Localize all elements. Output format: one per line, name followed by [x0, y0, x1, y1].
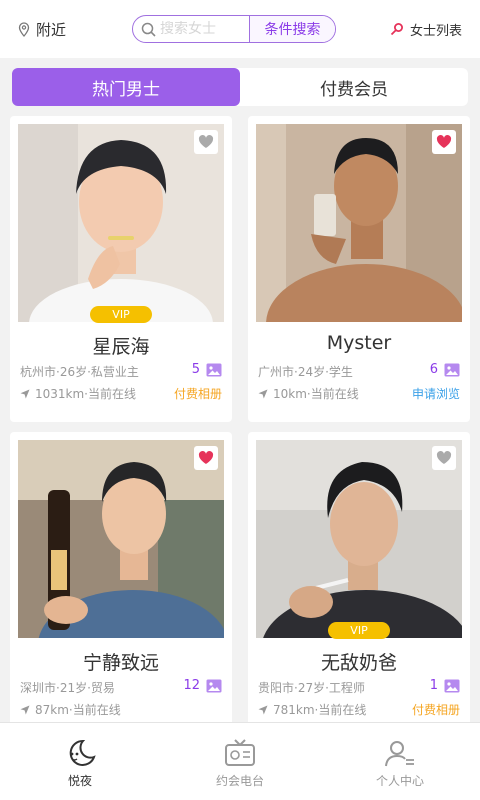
heart-icon	[198, 451, 214, 464]
nav-personal-center[interactable]: 个人中心	[320, 723, 480, 800]
profile-meta: 广州市·24岁·学生	[258, 365, 353, 379]
favorite-button[interactable]	[432, 130, 456, 154]
bottom-navigation: 悦夜 约会电台 个人中心	[0, 722, 480, 800]
nav-label: 个人中心	[375, 774, 424, 788]
heart-icon	[198, 135, 214, 148]
person-icon	[385, 741, 414, 767]
ladies-list-label: 女士列表	[409, 23, 462, 39]
location-pin-icon	[18, 21, 30, 37]
distance-text: 10km·当前在线	[273, 387, 359, 401]
profile-photo[interactable]	[256, 440, 462, 638]
profile-name: 宁静致远	[82, 652, 159, 674]
profile-photo[interactable]	[18, 440, 224, 638]
nav-yueye[interactable]: 悦夜	[0, 723, 160, 800]
profile-card[interactable]: VIP 无敌奶爸 贵阳市·27岁·工程师 1 781km·当前在线 付费相册	[248, 432, 470, 732]
distance-status: 10km·当前在线	[258, 385, 359, 402]
profile-card[interactable]: Myster 广州市·24岁·学生 6 10km·当前在线 申请浏览	[248, 116, 470, 422]
moon-icon	[69, 739, 96, 766]
paid-album-link[interactable]: 付费相册	[412, 701, 460, 718]
navigation-arrow-icon	[258, 389, 268, 398]
distance-text: 1031km·当前在线	[35, 387, 136, 401]
photo-count-value: 5	[191, 362, 200, 377]
nav-label: 悦夜	[67, 774, 92, 788]
profile-name: 星辰海	[92, 336, 150, 358]
favorite-button[interactable]	[432, 446, 456, 470]
paid-album-link[interactable]: 付费相册	[174, 385, 222, 402]
gallery-icon	[444, 679, 460, 692]
favorite-button[interactable]	[194, 130, 218, 154]
profile-photo[interactable]	[18, 124, 224, 322]
distance-status: 781km·当前在线	[258, 701, 366, 718]
navigation-arrow-icon	[20, 389, 30, 398]
radio-icon	[225, 739, 255, 766]
distance-text: 781km·当前在线	[273, 703, 367, 717]
search-box: 条件搜索	[132, 15, 336, 43]
photo-count-value: 12	[183, 678, 200, 693]
ladies-list-link[interactable]: 女士列表	[390, 18, 462, 40]
navigation-arrow-icon	[20, 705, 30, 714]
location-filter[interactable]: 附近	[18, 18, 66, 40]
photo-count: 12	[183, 678, 222, 693]
vip-badge: VIP	[328, 622, 390, 639]
vip-badge: VIP	[90, 306, 152, 323]
heart-icon	[436, 451, 452, 464]
gallery-icon	[206, 363, 222, 376]
favorite-button[interactable]	[194, 446, 218, 470]
search-input[interactable]	[160, 21, 248, 37]
gallery-icon	[444, 363, 460, 376]
location-label: 附近	[36, 20, 67, 39]
profile-meta: 杭州市·26岁·私营业主	[20, 365, 139, 379]
request-view-link[interactable]: 申请浏览	[412, 385, 460, 402]
tab-hot-men[interactable]: 热门男士	[12, 68, 240, 106]
profile-meta: 贵阳市·27岁·工程师	[258, 681, 365, 695]
top-bar: 附近 条件搜索 女士列表	[0, 0, 480, 58]
search-icon	[141, 22, 156, 37]
profile-name: Myster	[326, 332, 392, 354]
photo-count-value: 1	[429, 678, 438, 693]
filter-search-button[interactable]: 条件搜索	[249, 16, 335, 42]
gallery-icon	[206, 679, 222, 692]
profile-name: 无敌奶爸	[320, 652, 397, 674]
photo-count: 6	[430, 362, 460, 377]
photo-count: 1	[430, 678, 460, 693]
nav-label: 约会电台	[215, 774, 264, 788]
distance-text: 87km·当前在线	[35, 703, 121, 717]
distance-status: 87km·当前在线	[20, 701, 121, 718]
tab-paid-members[interactable]: 付费会员	[240, 68, 468, 106]
female-symbol-icon	[390, 23, 403, 36]
photo-count: 5	[192, 362, 222, 377]
nav-dating-radio[interactable]: 约会电台	[160, 723, 320, 800]
heart-icon	[436, 135, 452, 148]
navigation-arrow-icon	[258, 705, 268, 714]
profile-card[interactable]: 宁静致远 深圳市·21岁·贸易 12 87km·当前在线	[10, 432, 232, 732]
profile-photo[interactable]	[256, 124, 462, 322]
profile-meta: 深圳市·21岁·贸易	[20, 681, 115, 695]
photo-count-value: 6	[429, 362, 438, 377]
category-tabs: 热门男士 付费会员	[12, 68, 468, 106]
distance-status: 1031km·当前在线	[20, 385, 136, 402]
profile-card[interactable]: VIP 星辰海 杭州市·26岁·私营业主 5 1031km·当前在线 付费相册	[10, 116, 232, 422]
